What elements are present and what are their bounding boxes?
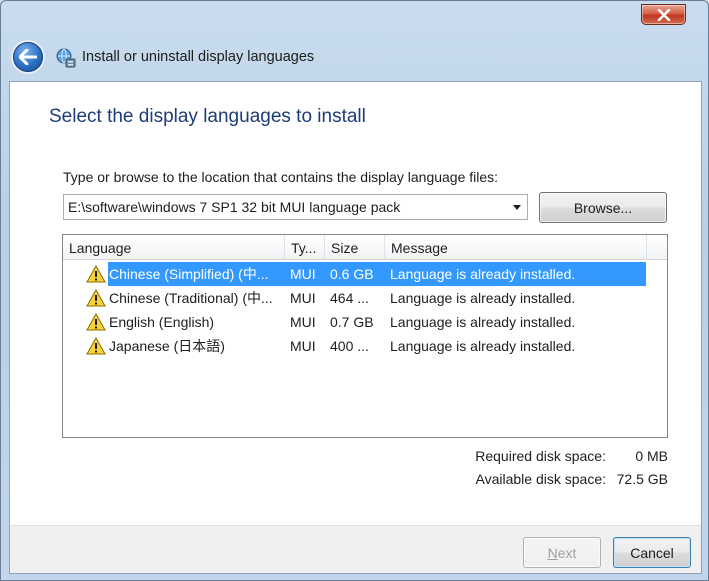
next-button[interactable]: Next (523, 537, 601, 568)
cancel-button[interactable]: Cancel (613, 537, 691, 568)
list-header: Language Ty... Size Message (63, 235, 667, 260)
location-path-value: E:\software\windows 7 SP1 32 bit MUI lan… (68, 199, 401, 215)
warning-icon (86, 312, 106, 331)
row-type: MUI (290, 338, 316, 354)
table-row[interactable]: English (English) MUI 0.7 GB Language is al… (63, 310, 667, 334)
row-size: 0.7 GB (330, 314, 374, 330)
window-title: Install or uninstall display languages (82, 49, 315, 65)
wizard-page: Select the display languages to install … (9, 81, 702, 574)
back-arrow-icon (19, 49, 37, 65)
back-button[interactable] (13, 42, 43, 72)
row-message: Language is already installed. (390, 314, 576, 330)
row-language: Chinese (Simplified) (中... (109, 266, 269, 282)
warning-icon (86, 264, 106, 283)
row-language: English (English) (109, 314, 215, 330)
warning-icon (86, 288, 106, 307)
required-space-value: 0 MB (635, 448, 668, 464)
chevron-down-icon[interactable] (513, 205, 521, 210)
row-size: 400 ... (330, 338, 369, 354)
row-message: Language is already installed. (390, 338, 576, 354)
column-header-size[interactable]: Size (325, 235, 385, 260)
table-row[interactable]: Chinese (Traditional) (中... MUI 464 ... Lan… (63, 286, 667, 310)
warning-icon (86, 336, 106, 355)
next-mnemonic: N (547, 544, 558, 561)
table-row[interactable]: Chinese (Simplified) (中... MUI 0.6 GB Langu… (63, 262, 667, 286)
column-header-language[interactable]: Language (63, 235, 285, 260)
row-message: Language is already installed. (390, 266, 576, 282)
row-language: Japanese (日本語) (109, 338, 225, 354)
location-prompt-label: Type or browse to the location that cont… (63, 169, 499, 185)
row-type: MUI (290, 266, 316, 282)
row-type: MUI (290, 290, 316, 306)
browse-button[interactable]: Browse... (539, 192, 667, 223)
row-message: Language is already installed. (390, 290, 576, 306)
window-frame: Install or uninstall display languages S… (0, 0, 709, 581)
column-header-filler (647, 235, 667, 260)
table-row[interactable]: Japanese (日本語) MUI 400 ... Language is alre… (63, 334, 667, 358)
page-title: Select the display languages to install (49, 106, 366, 127)
row-size: 464 ... (330, 290, 369, 306)
close-icon (657, 8, 670, 21)
row-language: Chinese (Traditional) (中... (109, 290, 273, 306)
available-space-label: Available disk space: (475, 471, 606, 487)
column-header-type[interactable]: Ty... (285, 235, 325, 260)
location-combobox[interactable]: E:\software\windows 7 SP1 32 bit MUI lan… (63, 194, 528, 220)
language-list[interactable]: Language Ty... Size Message Chinese (Sim… (62, 234, 668, 438)
language-globe-icon (56, 48, 76, 68)
row-type: MUI (290, 314, 316, 330)
next-label-rest: ext (557, 544, 577, 561)
required-space-label: Required disk space: (475, 448, 606, 464)
close-button[interactable] (641, 4, 686, 25)
row-size: 0.6 GB (330, 266, 374, 282)
available-space-value: 72.5 GB (616, 471, 668, 487)
column-header-message[interactable]: Message (385, 235, 647, 260)
